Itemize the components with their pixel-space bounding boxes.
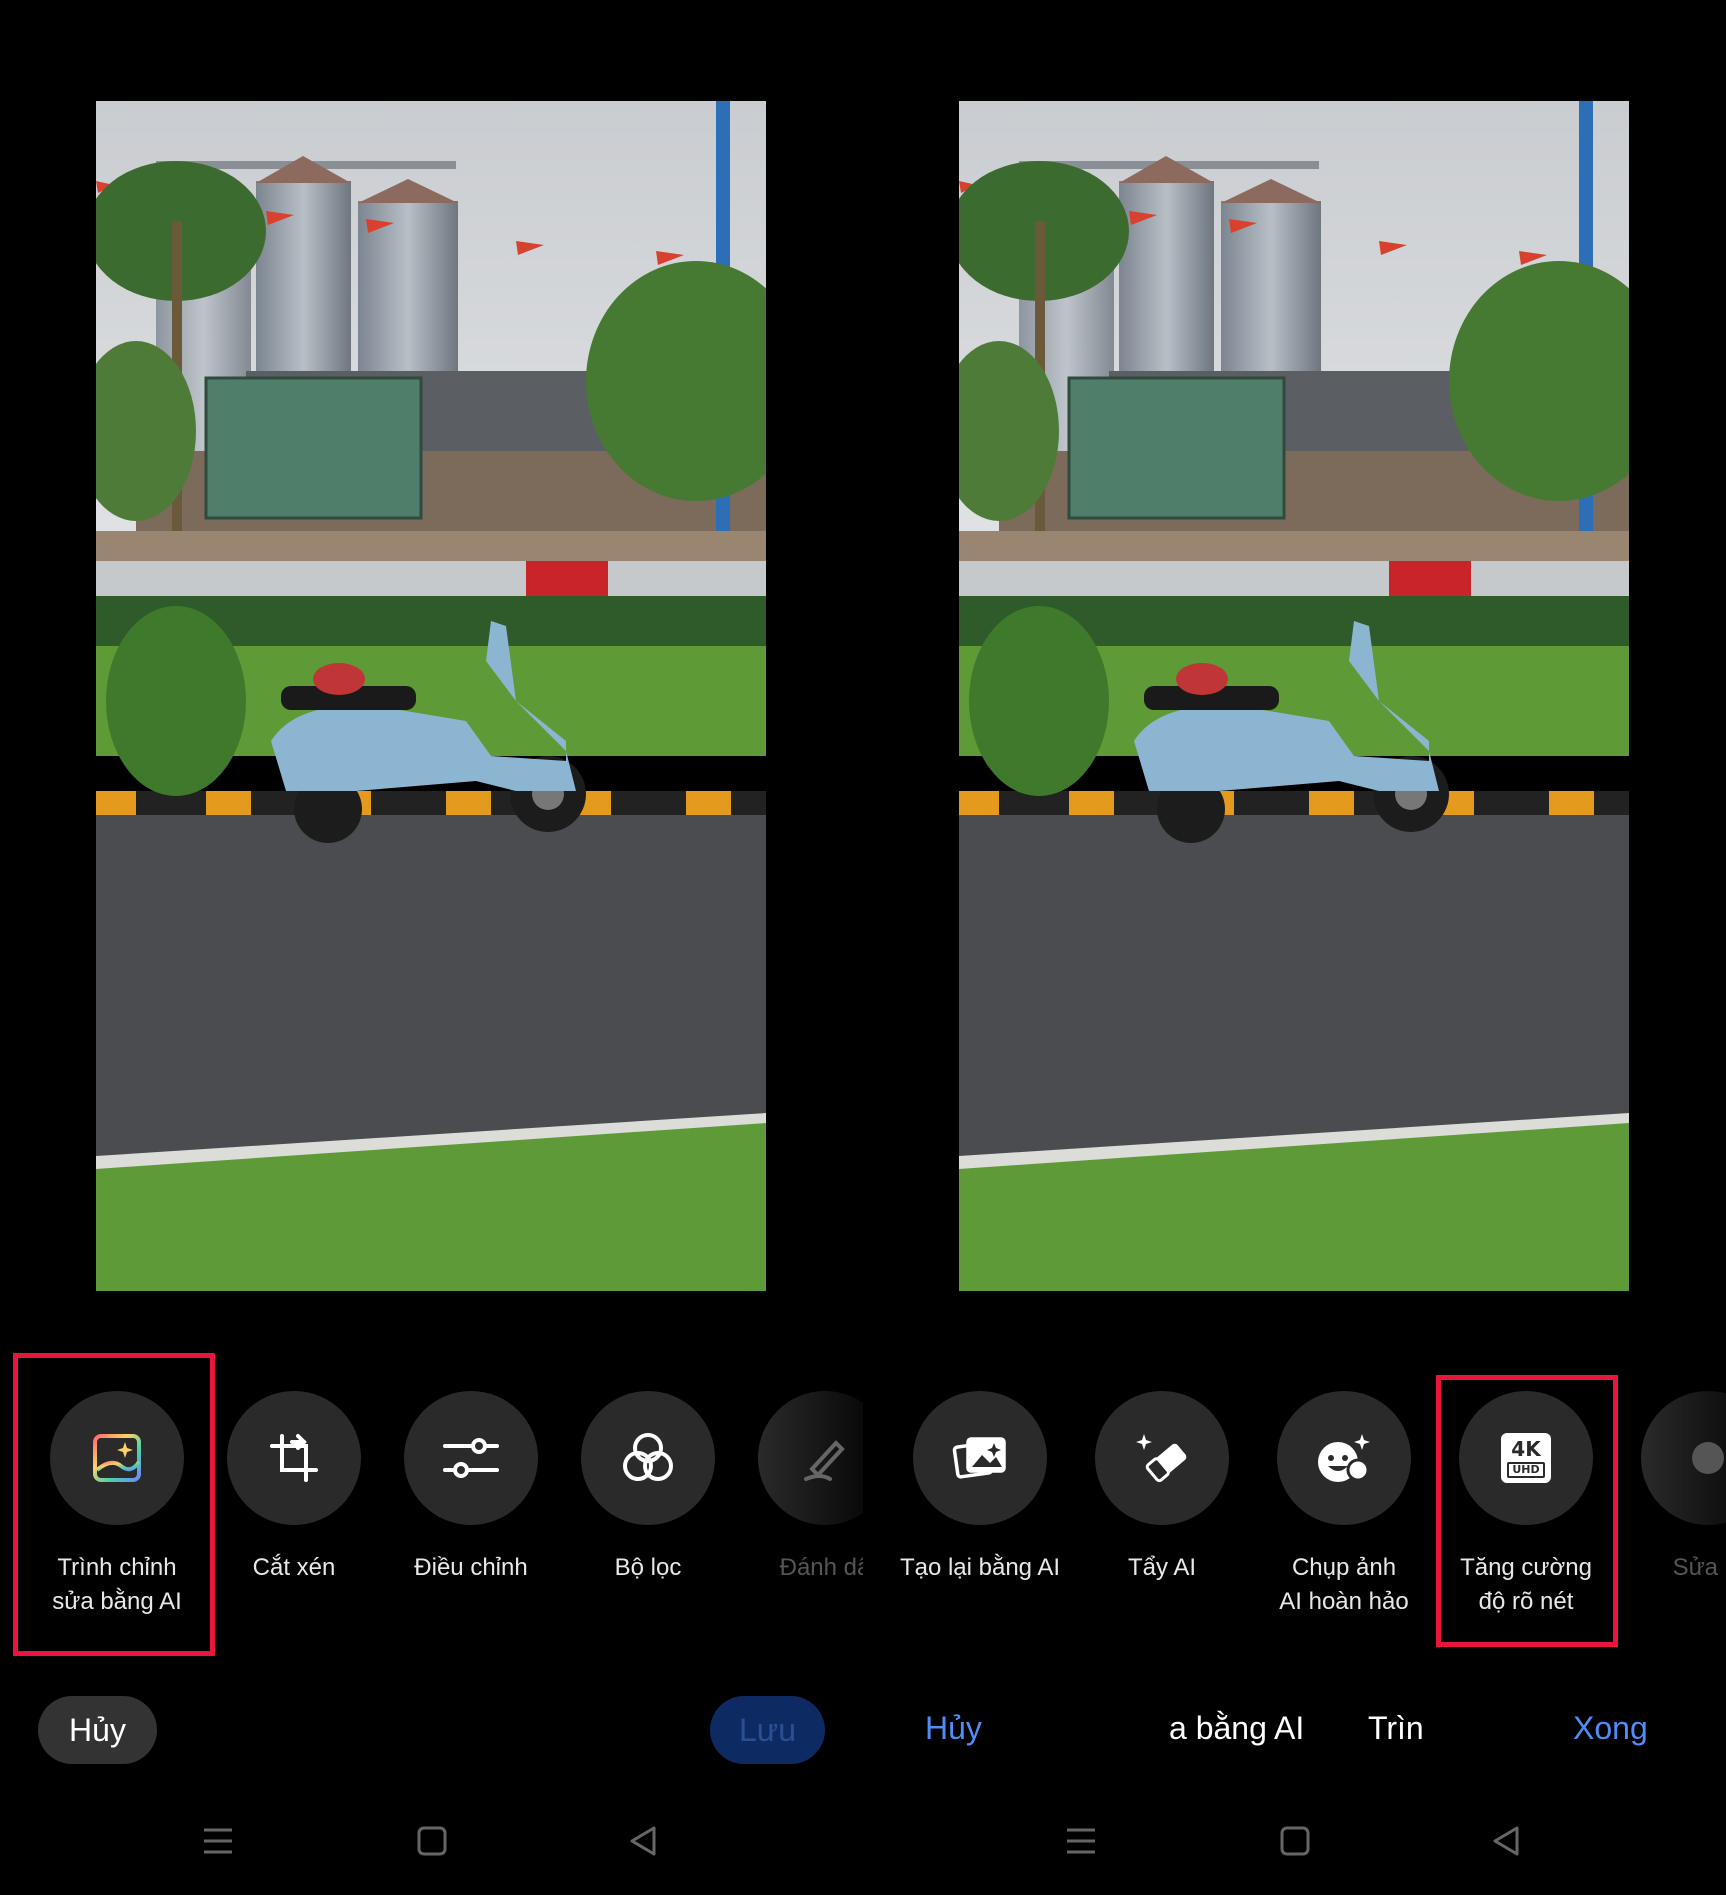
highlight-box [1436, 1375, 1618, 1647]
tab-editor[interactable]: Trìn [1368, 1710, 1424, 1747]
tool-markup[interactable]: Đánh dấ [735, 1391, 863, 1585]
filter-circles-icon [581, 1391, 715, 1525]
tool-ai-perfect-shot[interactable]: Chụp ảnh AI hoàn hảo [1254, 1391, 1434, 1619]
fix-icon [1641, 1391, 1726, 1525]
back-icon[interactable] [628, 1826, 658, 1856]
tool-label: Cắt xén [252, 1554, 336, 1581]
tab-ai-edit[interactable]: a bằng AI [1169, 1710, 1304, 1747]
done-button[interactable]: Xong [1573, 1710, 1648, 1747]
photo-preview [96, 101, 766, 1291]
tool-label: Đánh dấ [779, 1554, 863, 1581]
ai-regenerate-icon [913, 1391, 1047, 1525]
menu-icon[interactable] [202, 1826, 234, 1856]
ai-eraser-icon [1095, 1391, 1229, 1525]
home-icon[interactable] [417, 1826, 447, 1856]
crop-icon [227, 1391, 361, 1525]
tool-label: Sửa lỗ [1672, 1554, 1726, 1581]
tool-adjust[interactable]: Điều chỉnh [381, 1391, 561, 1585]
right-editor-screen: Tạo lại bằng AI Tẩy AI Chụp ảnh AI hoàn … [863, 0, 1726, 1895]
tool-label: Chụp ảnh AI hoàn hảo [1279, 1554, 1409, 1615]
adjust-sliders-icon [404, 1391, 538, 1525]
tool-fix[interactable]: Sửa lỗ [1618, 1391, 1726, 1585]
tool-label: Tẩy AI [1127, 1554, 1197, 1581]
highlight-box [13, 1353, 215, 1656]
back-icon[interactable] [1491, 1826, 1521, 1856]
tool-label: Tạo lại bằng AI [899, 1554, 1061, 1581]
tool-label: Điều chỉnh [414, 1554, 528, 1581]
markup-pen-icon [758, 1391, 863, 1525]
scooter-photo [959, 101, 1629, 1291]
tool-ai-eraser[interactable]: Tẩy AI [1072, 1391, 1252, 1585]
save-button[interactable]: Lưu [710, 1696, 825, 1764]
left-editor-screen: Trình chỉnh sửa bằng AI Cắt xén Điều chỉ… [0, 0, 863, 1895]
tool-ai-regenerate[interactable]: Tạo lại bằng AI [890, 1391, 1070, 1585]
tool-filter[interactable]: Bộ lọc [558, 1391, 738, 1585]
cancel-button[interactable]: Hủy [38, 1696, 157, 1764]
scooter-photo [96, 101, 766, 1291]
tool-crop[interactable]: Cắt xén [204, 1391, 384, 1585]
tool-label: Bộ lọc [614, 1554, 682, 1581]
menu-icon[interactable] [1065, 1826, 1097, 1856]
home-icon[interactable] [1280, 1826, 1310, 1856]
photo-preview [959, 101, 1629, 1291]
ai-perfect-shot-icon [1277, 1391, 1411, 1525]
cancel-button[interactable]: Hủy [925, 1710, 982, 1747]
